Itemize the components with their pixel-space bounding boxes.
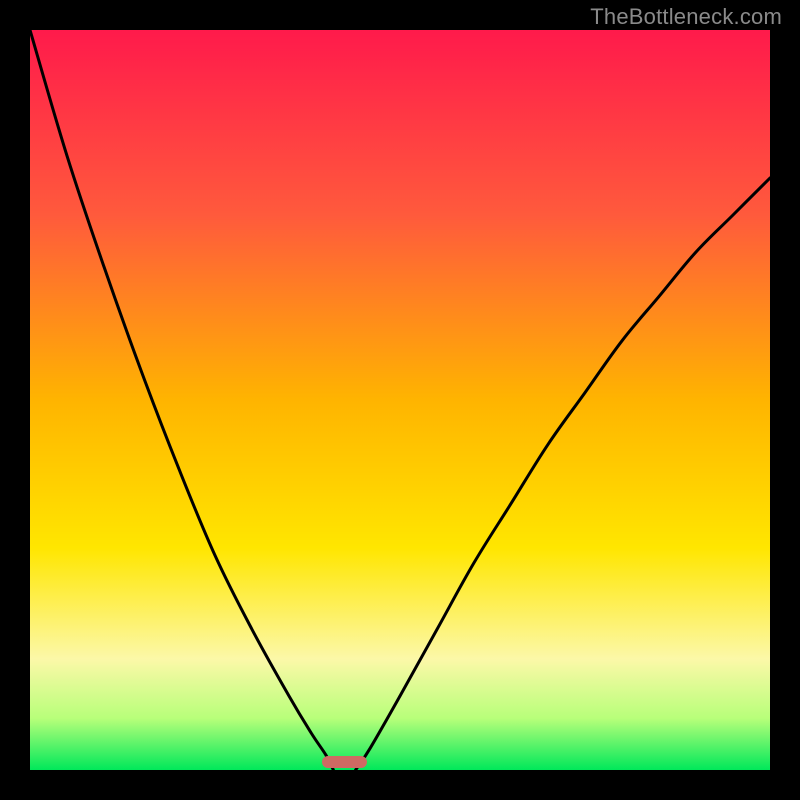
watermark-text: TheBottleneck.com <box>590 4 782 30</box>
chart-frame: TheBottleneck.com <box>0 0 800 800</box>
bottleneck-curve <box>30 30 770 770</box>
bottleneck-marker <box>322 756 366 768</box>
plot-area <box>30 30 770 770</box>
curve-right <box>356 178 770 770</box>
curve-left <box>30 30 333 770</box>
